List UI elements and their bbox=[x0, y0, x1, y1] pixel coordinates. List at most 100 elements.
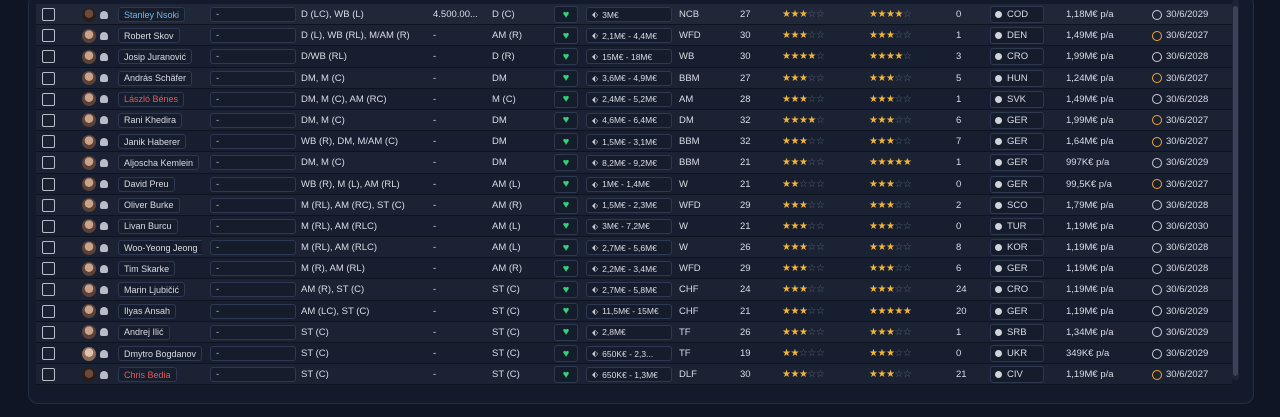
player-name-cell[interactable]: Janik Haberer bbox=[112, 131, 202, 152]
player-name[interactable]: Chris Bedia bbox=[118, 367, 177, 383]
squad-status-select[interactable]: - bbox=[204, 174, 296, 195]
table-row[interactable]: Marin Ljubičić - AM (R), ST (C) - ST (C)… bbox=[36, 279, 1232, 301]
player-name[interactable]: Marin Ljubičić bbox=[118, 282, 186, 298]
scrollbar-thumb[interactable] bbox=[1233, 6, 1238, 376]
squad-status-select[interactable]: - bbox=[204, 364, 296, 385]
heart-icon[interactable]: ♥ bbox=[554, 27, 578, 45]
row-checkbox[interactable] bbox=[42, 347, 55, 360]
table-row[interactable]: Robert Skov - D (L), WB (RL), M/AM (R) -… bbox=[36, 25, 1232, 47]
select-value[interactable]: - bbox=[210, 176, 296, 192]
select-value[interactable]: - bbox=[210, 218, 296, 234]
table-row[interactable]: Aljoscha Kemlein - DM, M (C) - DM ♥ ⬖ 8,… bbox=[36, 152, 1232, 174]
table-row[interactable]: Janik Haberer - WB (R), DM, M/AM (C) - D… bbox=[36, 131, 1232, 153]
select-value[interactable]: - bbox=[210, 240, 296, 256]
nation-badge[interactable]: KOR bbox=[990, 239, 1044, 257]
heart-icon[interactable]: ♥ bbox=[554, 154, 578, 172]
player-name-cell[interactable]: David Preu bbox=[112, 174, 202, 195]
transfer-value[interactable]: ⬖ 11,5M€ - 15M€ bbox=[586, 303, 672, 319]
squad-status-select[interactable]: - bbox=[204, 131, 296, 152]
heart-icon[interactable]: ♥ bbox=[554, 175, 578, 193]
squad-status-select[interactable]: - bbox=[204, 195, 296, 216]
player-name-cell[interactable]: Chris Bedia bbox=[112, 364, 202, 385]
row-checkbox[interactable] bbox=[42, 177, 55, 191]
player-name-cell[interactable]: Oliver Burke bbox=[112, 195, 202, 216]
row-checkbox[interactable] bbox=[42, 219, 55, 233]
table-row[interactable]: András Schäfer - DM, M (C) - DM ♥ ⬖ 3,6M… bbox=[36, 67, 1232, 89]
player-name[interactable]: Janik Haberer bbox=[118, 134, 187, 150]
transfer-value[interactable]: ⬖ 1,5M€ - 3,1M€ bbox=[586, 134, 672, 150]
player-name-cell[interactable]: Josip Juranović bbox=[112, 46, 202, 67]
row-checkbox[interactable] bbox=[42, 156, 55, 170]
table-row[interactable]: Andrej Ilić - ST (C) - ST (C) ♥ ⬖ 2,8M€ … bbox=[36, 321, 1232, 343]
heart-icon[interactable]: ♥ bbox=[554, 133, 578, 151]
table-row[interactable]: Ilyas Ansah - AM (LC), ST (C) - ST (C) ♥… bbox=[36, 300, 1232, 322]
transfer-value[interactable]: ⬖ 2,8M€ bbox=[586, 324, 672, 340]
player-name-cell[interactable]: Woo-Yeong Jeong bbox=[112, 237, 202, 258]
player-name[interactable]: Rani Khedira bbox=[118, 112, 183, 128]
table-row[interactable]: Stanley Nsoki - D (LC), WB (L) 4.500.00.… bbox=[36, 4, 1232, 26]
nation-badge[interactable]: GER bbox=[990, 111, 1044, 129]
row-checkbox[interactable] bbox=[42, 198, 55, 212]
transfer-value[interactable]: ⬖ 2,2M€ - 3,4M€ bbox=[586, 261, 672, 277]
nation-badge[interactable]: SCO bbox=[990, 196, 1044, 214]
nation-badge[interactable]: HUN bbox=[990, 69, 1044, 87]
heart-icon[interactable]: ♥ bbox=[554, 323, 578, 341]
nation-badge[interactable]: GER bbox=[990, 133, 1044, 151]
transfer-value[interactable]: ⬖ 1,5M€ - 2,3M€ bbox=[586, 197, 672, 213]
player-name[interactable]: Tim Skarke bbox=[118, 261, 176, 277]
player-name-cell[interactable]: Livan Burcu bbox=[112, 216, 202, 237]
select-value[interactable]: - bbox=[210, 134, 296, 150]
nation-badge[interactable]: CRO bbox=[990, 281, 1044, 299]
row-checkbox[interactable] bbox=[42, 92, 55, 106]
player-name-cell[interactable]: Aljoscha Kemlein bbox=[112, 152, 202, 173]
player-name-cell[interactable]: Robert Skov bbox=[112, 25, 202, 46]
player-name[interactable]: András Schäfer bbox=[118, 70, 193, 86]
heart-icon[interactable]: ♥ bbox=[554, 239, 578, 257]
heart-icon[interactable]: ♥ bbox=[554, 69, 578, 87]
player-name[interactable]: László Bénes bbox=[118, 91, 185, 107]
nation-badge[interactable]: GER bbox=[990, 302, 1044, 320]
squad-status-select[interactable]: - bbox=[204, 237, 296, 258]
squad-status-select[interactable]: - bbox=[204, 4, 296, 25]
player-name[interactable]: David Preu bbox=[118, 176, 175, 192]
row-checkbox[interactable] bbox=[42, 241, 55, 255]
squad-status-select[interactable]: - bbox=[204, 89, 296, 110]
select-value[interactable]: - bbox=[210, 197, 296, 213]
table-row[interactable]: David Preu - WB (R), M (L), AM (RL) - AM… bbox=[36, 173, 1232, 195]
player-name-cell[interactable]: Marin Ljubičić bbox=[112, 279, 202, 300]
squad-status-select[interactable]: - bbox=[204, 152, 296, 173]
player-name[interactable]: Robert Skov bbox=[118, 28, 180, 44]
transfer-value[interactable]: ⬖ 2,7M€ - 5,6M€ bbox=[586, 240, 672, 256]
player-name[interactable]: Andrej Ilić bbox=[118, 324, 170, 340]
transfer-value[interactable]: ⬖ 8,2M€ - 9,2M€ bbox=[586, 155, 672, 171]
heart-icon[interactable]: ♥ bbox=[554, 48, 578, 66]
select-value[interactable]: - bbox=[210, 49, 296, 65]
transfer-value[interactable]: ⬖ 15M€ - 18M€ bbox=[586, 49, 672, 65]
nation-badge[interactable]: GER bbox=[990, 175, 1044, 193]
scrollbar[interactable] bbox=[1232, 0, 1239, 380]
heart-icon[interactable]: ♥ bbox=[554, 345, 578, 362]
player-name-cell[interactable]: Ilyas Ansah bbox=[112, 301, 202, 322]
player-name[interactable]: Dmytro Bogdanov bbox=[118, 346, 202, 361]
row-checkbox[interactable] bbox=[42, 50, 55, 64]
heart-icon[interactable]: ♥ bbox=[554, 217, 578, 235]
row-checkbox[interactable] bbox=[42, 304, 55, 318]
transfer-value[interactable]: ⬖ 3M€ bbox=[586, 7, 672, 22]
transfer-value[interactable]: ⬖ 2,4M€ - 5,2M€ bbox=[586, 91, 672, 107]
table-row[interactable]: Josip Juranović - D/WB (RL) - D (R) ♥ ⬖ … bbox=[36, 46, 1232, 68]
row-checkbox[interactable] bbox=[42, 113, 55, 127]
squad-status-select[interactable]: - bbox=[204, 258, 296, 279]
select-value[interactable]: - bbox=[210, 346, 296, 361]
table-row[interactable]: Livan Burcu - M (RL), AM (RLC) - AM (L) … bbox=[36, 215, 1232, 238]
transfer-value[interactable]: ⬖ 650K€ - 2,3... bbox=[586, 346, 672, 361]
table-row[interactable]: Chris Bedia - ST (C) - ST (C) ♥ ⬖ 650K€ … bbox=[36, 364, 1232, 386]
heart-icon[interactable]: ♥ bbox=[554, 281, 578, 299]
nation-badge[interactable]: SVK bbox=[990, 90, 1044, 108]
select-value[interactable]: - bbox=[210, 28, 296, 44]
squad-status-select[interactable]: - bbox=[204, 110, 296, 131]
nation-badge[interactable]: DEN bbox=[990, 27, 1044, 45]
table-row[interactable]: Woo-Yeong Jeong - M (RL), AM (RLC) - AM … bbox=[36, 237, 1232, 259]
heart-icon[interactable]: ♥ bbox=[554, 366, 578, 384]
transfer-value[interactable]: ⬖ 650K€ - 1,3M€ bbox=[586, 367, 672, 383]
heart-icon[interactable]: ♥ bbox=[554, 302, 578, 320]
